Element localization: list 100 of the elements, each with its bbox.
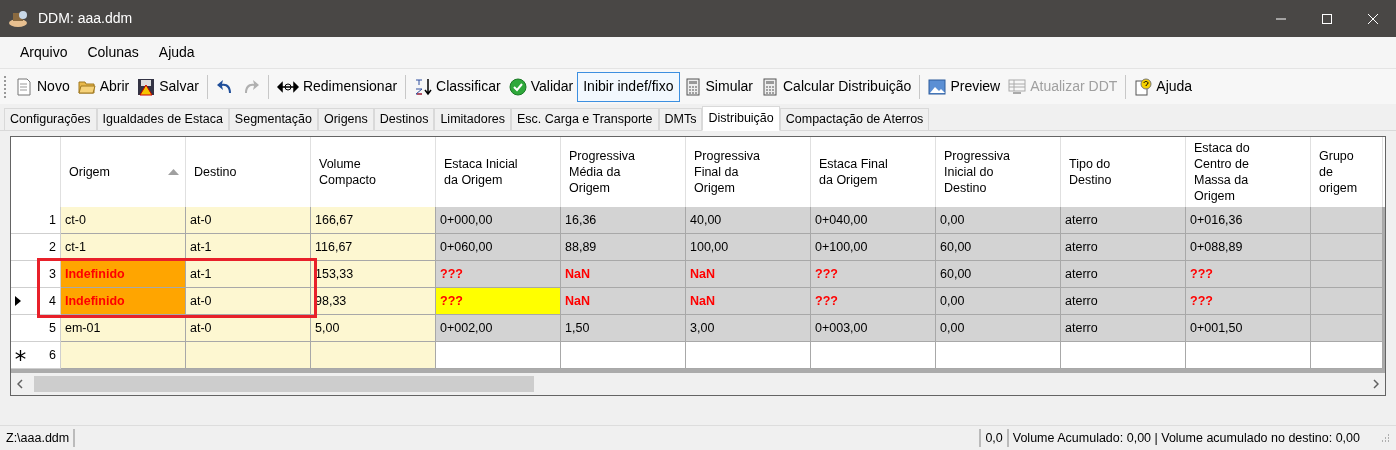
toolbar-button[interactable]: Validar xyxy=(504,71,578,102)
table-cell[interactable] xyxy=(186,342,311,369)
menu-item[interactable]: Arquivo xyxy=(10,42,78,63)
table-cell[interactable]: at-0 xyxy=(186,288,311,315)
table-cell[interactable]: 60,00 xyxy=(936,261,1061,288)
table-cell[interactable]: aterro xyxy=(1061,234,1186,261)
current-row-icon xyxy=(15,296,21,306)
table-cell[interactable]: 0+000,00 xyxy=(436,207,561,234)
table-cell[interactable]: aterro xyxy=(1061,315,1186,342)
table-cell[interactable] xyxy=(936,342,1061,369)
table-cell[interactable]: 0+088,89 xyxy=(1186,234,1311,261)
toolbar-button[interactable]: Classificar xyxy=(410,71,505,102)
tab[interactable]: Configurações xyxy=(4,108,97,130)
row-number: 4 xyxy=(49,292,56,310)
row-header[interactable]: 6 xyxy=(11,342,61,369)
table-cell[interactable]: 60,00 xyxy=(936,234,1061,261)
table-cell[interactable] xyxy=(686,342,811,369)
calculator-icon xyxy=(683,77,702,96)
table-cell[interactable]: aterro xyxy=(1061,288,1186,315)
table-cell[interactable] xyxy=(811,342,936,369)
table-cell[interactable]: aterro xyxy=(1061,261,1186,288)
tab[interactable]: Origens xyxy=(318,108,374,130)
table-cell[interactable]: 0,00 xyxy=(936,315,1061,342)
toolbar-button[interactable]: Abrir xyxy=(73,71,134,102)
scroll-left-icon xyxy=(17,379,23,389)
row-header[interactable]: 2 xyxy=(11,234,61,261)
row-header[interactable]: 1 xyxy=(11,207,61,234)
sort-az-icon xyxy=(414,77,433,96)
table-cell[interactable] xyxy=(61,342,186,369)
table-cell[interactable]: 16,36 xyxy=(561,207,686,234)
table-cell[interactable]: 0+016,36 xyxy=(1186,207,1311,234)
table-cell[interactable] xyxy=(311,342,436,369)
toolbar-button[interactable]: Ajuda xyxy=(1130,71,1197,102)
table-cell[interactable]: aterro xyxy=(1061,207,1186,234)
row-number: 1 xyxy=(49,211,56,229)
tab[interactable]: Segmentação xyxy=(228,108,318,130)
table-cell[interactable]: 5,00 xyxy=(311,315,436,342)
row-header[interactable]: 3 xyxy=(11,261,61,288)
table-cell[interactable]: 153,33 xyxy=(311,261,436,288)
toolbar-button[interactable]: Novo xyxy=(11,71,74,102)
toolbar-button[interactable]: Simular xyxy=(679,71,757,102)
horizontal-scrollbar[interactable] xyxy=(11,373,1385,395)
row-header[interactable]: 4 xyxy=(11,288,61,315)
tab[interactable]: Destinos xyxy=(373,108,435,130)
toolbar-button[interactable]: Redimensionar xyxy=(272,71,402,102)
calculator-icon xyxy=(761,77,779,96)
floppy-warning-icon xyxy=(137,77,156,96)
table-cell[interactable]: 0+003,00 xyxy=(811,315,936,342)
row-header[interactable]: 5 xyxy=(11,315,61,342)
table-cell[interactable]: 100,00 xyxy=(686,234,811,261)
check-circle-icon xyxy=(508,77,527,96)
table-cell[interactable]: 40,00 xyxy=(686,207,811,234)
app-icon xyxy=(8,8,30,29)
table-cell[interactable]: 1,50 xyxy=(561,315,686,342)
toolbar-button[interactable]: Inibir indef/fixo xyxy=(577,71,680,102)
tab[interactable]: Esc. Carga e Transporte xyxy=(511,108,659,130)
tab[interactable]: Distribuição xyxy=(702,106,780,131)
table-refresh-icon xyxy=(1008,77,1027,96)
tab[interactable]: Compactação de Aterros xyxy=(779,108,930,130)
table-cell[interactable]: at-0 xyxy=(186,207,311,234)
menu-item[interactable]: Colunas xyxy=(77,42,149,63)
document-icon xyxy=(15,77,33,96)
table-cell[interactable]: 116,67 xyxy=(311,234,436,261)
table-cell[interactable]: 0+060,00 xyxy=(436,234,561,261)
table-cell[interactable]: 0+100,00 xyxy=(811,234,936,261)
table-cell[interactable] xyxy=(1311,288,1383,315)
row-number: 6 xyxy=(49,346,56,364)
table-cell[interactable]: 166,67 xyxy=(311,207,436,234)
table-cell[interactable]: 0+002,00 xyxy=(436,315,561,342)
table-cell[interactable] xyxy=(1311,315,1383,342)
table-cell[interactable]: 3,00 xyxy=(686,315,811,342)
table-cell[interactable]: 88,89 xyxy=(561,234,686,261)
tab[interactable]: DMTs xyxy=(658,108,703,130)
scroll-right-icon xyxy=(1373,379,1379,389)
file-path: Z:\aaa.ddm xyxy=(6,428,76,448)
table-cell[interactable]: 0,00 xyxy=(936,288,1061,315)
table-cell[interactable]: 0+001,50 xyxy=(1186,315,1311,342)
table-cell[interactable] xyxy=(1311,261,1383,288)
table-cell[interactable]: at-1 xyxy=(186,261,311,288)
toolbar-button[interactable]: Preview xyxy=(924,71,1005,102)
table-cell[interactable] xyxy=(561,342,686,369)
cursor-position: 0,0 xyxy=(985,428,1009,448)
table-cell[interactable] xyxy=(1186,342,1311,369)
table-cell[interactable] xyxy=(436,342,561,369)
toolbar-button[interactable]: Calcular Distribuição xyxy=(757,71,916,102)
toolbar-button[interactable]: Salvar xyxy=(133,71,203,102)
menu-item[interactable]: Ajuda xyxy=(148,42,205,63)
tab[interactable]: Igualdades de Estaca xyxy=(96,108,229,130)
undo-icon xyxy=(215,77,234,96)
table-cell[interactable]: 0+040,00 xyxy=(811,207,936,234)
table-cell[interactable] xyxy=(1311,207,1383,234)
scrollbar-thumb[interactable] xyxy=(34,376,534,392)
table-cell[interactable]: ??? xyxy=(436,288,561,315)
table-cell[interactable] xyxy=(1311,342,1383,369)
table-cell[interactable] xyxy=(1061,342,1186,369)
table-cell[interactable] xyxy=(1311,234,1383,261)
row-number: 2 xyxy=(49,238,56,256)
table-cell[interactable]: ct-0 xyxy=(61,207,186,234)
tab[interactable]: Limitadores xyxy=(434,108,512,130)
table-cell[interactable]: 0,00 xyxy=(936,207,1061,234)
